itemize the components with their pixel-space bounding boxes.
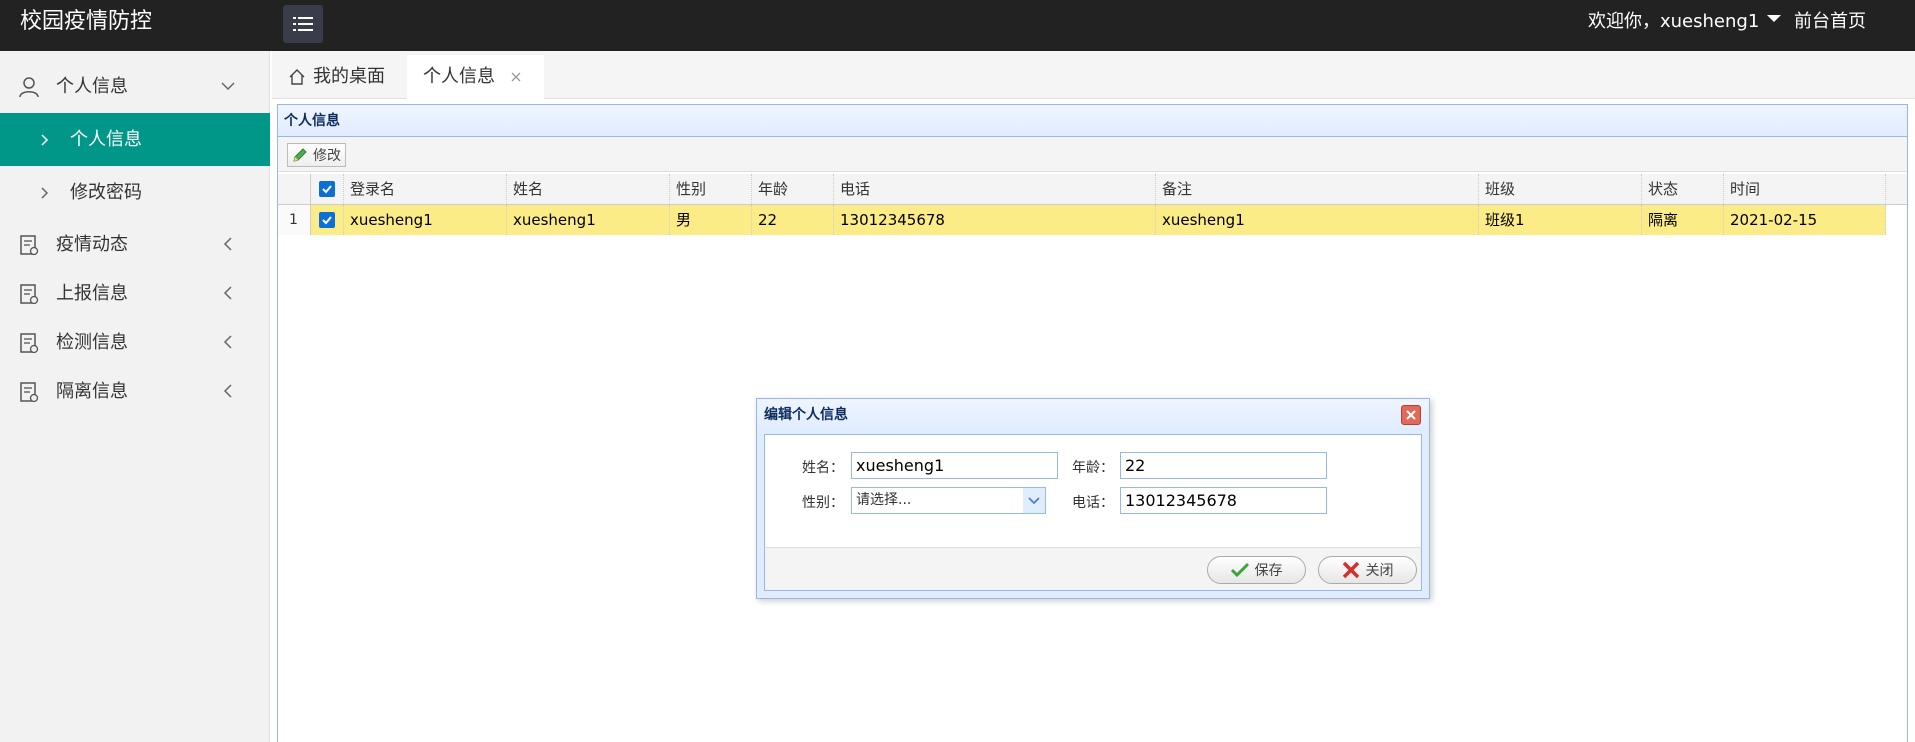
- sidebar-group-label: 隔离信息: [56, 381, 128, 402]
- sidebar-group-epidemic-news[interactable]: 疫情动态: [0, 222, 270, 268]
- table-row[interactable]: 1 xuesheng1 xuesheng1 男 22 13012345678 x…: [278, 205, 1886, 235]
- save-button-label: 保存: [1254, 563, 1283, 579]
- chevron-down-icon: [221, 82, 235, 91]
- row-checkbox[interactable]: [319, 212, 335, 228]
- column-header-status[interactable]: 状态: [1642, 174, 1724, 204]
- list-icon: [293, 17, 313, 31]
- name-label: 姓名：: [802, 460, 844, 476]
- pencil-icon: [293, 148, 307, 162]
- gender-label: 性别：: [802, 495, 844, 511]
- phone-input[interactable]: [1120, 487, 1327, 514]
- welcome-text: 欢迎你，xuesheng1: [1588, 11, 1760, 32]
- phone-label: 电话：: [1072, 495, 1114, 511]
- dialog-close-button[interactable]: [1401, 405, 1421, 425]
- document-icon: [20, 333, 39, 354]
- app-title: 校园疫情防控: [20, 9, 153, 34]
- column-header-time[interactable]: 时间: [1724, 174, 1886, 204]
- save-button[interactable]: 保存: [1207, 556, 1306, 584]
- close-button[interactable]: 关闭: [1318, 556, 1417, 584]
- menu-toggle-button[interactable]: [283, 5, 323, 43]
- column-header-phone[interactable]: 电话: [834, 174, 1156, 204]
- sidebar-item-label: 修改密码: [70, 182, 142, 203]
- cell-age: 22: [752, 205, 834, 235]
- tab-personal-info[interactable]: 个人信息: [407, 55, 544, 99]
- gender-select-value: 请选择...: [856, 492, 912, 508]
- data-grid: 登录名 姓名 性别 年龄 电话 备注 班级 状态 时间 1 xuesheng1 …: [278, 174, 1907, 235]
- cell-login: xuesheng1: [344, 205, 507, 235]
- sidebar-group-label: 个人信息: [56, 76, 128, 97]
- sidebar: 个人信息 个人信息 修改密码 疫情动态 上报信息 检测信息 隔离信息: [0, 51, 270, 742]
- edit-button-label: 修改: [313, 148, 341, 164]
- edit-button[interactable]: 修改: [287, 143, 346, 167]
- chevron-down-icon: [1023, 488, 1045, 513]
- caret-down-icon: [1767, 14, 1782, 22]
- chevron-left-icon: [223, 286, 232, 300]
- tab-bar: 我的桌面 个人信息: [272, 51, 1915, 99]
- sidebar-group-test-info[interactable]: 检测信息: [0, 320, 270, 366]
- column-header-age[interactable]: 年龄: [752, 174, 834, 204]
- cell-name: xuesheng1: [507, 205, 670, 235]
- edit-info-dialog: 编辑个人信息 姓名： 年龄： 性别： 请选择... 电话： 保存 关闭: [756, 398, 1430, 599]
- cell-status: 隔离: [1642, 205, 1724, 235]
- close-icon: [1406, 410, 1416, 420]
- checkmark-icon: [1230, 562, 1249, 578]
- cell-phone: 13012345678: [834, 205, 1156, 235]
- toolbar: 修改: [278, 137, 1907, 172]
- select-all-checkbox-cell: [311, 174, 344, 204]
- column-header-gender[interactable]: 性别: [670, 174, 752, 204]
- cancel-icon: [1342, 561, 1359, 579]
- dialog-form: 姓名： 年龄： 性别： 请选择... 电话：: [764, 434, 1422, 547]
- document-icon: [20, 235, 39, 256]
- close-icon[interactable]: [509, 70, 523, 84]
- dialog-footer: 保存 关闭: [764, 547, 1422, 591]
- sidebar-group-label: 检测信息: [56, 332, 128, 353]
- user-menu[interactable]: 欢迎你，xuesheng1: [1588, 0, 1782, 44]
- close-button-label: 关闭: [1365, 563, 1394, 579]
- tab-label: 个人信息: [423, 66, 495, 87]
- age-label: 年龄：: [1072, 460, 1114, 476]
- age-input[interactable]: [1120, 452, 1327, 479]
- sidebar-item-personal-info[interactable]: 个人信息: [0, 113, 270, 166]
- document-icon: [20, 284, 39, 305]
- rownum-header: [278, 174, 311, 204]
- home-icon: [289, 69, 305, 85]
- column-header-class[interactable]: 班级: [1479, 174, 1642, 204]
- cell-class: 班级1: [1479, 205, 1642, 235]
- check-icon: [322, 216, 332, 225]
- chevron-left-icon: [223, 384, 232, 398]
- name-input[interactable]: [851, 452, 1058, 479]
- document-icon: [20, 382, 39, 403]
- cell-gender: 男: [670, 205, 752, 235]
- column-header-login[interactable]: 登录名: [344, 174, 507, 204]
- chevron-left-icon: [223, 237, 232, 251]
- cell-time: 2021-02-15: [1724, 205, 1886, 235]
- row-number: 1: [278, 205, 311, 235]
- sidebar-group-label: 疫情动态: [56, 234, 128, 255]
- column-header-name[interactable]: 姓名: [507, 174, 670, 204]
- sidebar-group-personal-info[interactable]: 个人信息: [0, 64, 270, 110]
- chevron-right-icon: [41, 134, 49, 146]
- panel-title: 个人信息: [278, 105, 1907, 137]
- sidebar-item-change-password[interactable]: 修改密码: [0, 166, 270, 219]
- grid-header-row: 登录名 姓名 性别 年龄 电话 备注 班级 状态 时间: [278, 174, 1907, 205]
- chevron-left-icon: [223, 335, 232, 349]
- check-icon: [322, 185, 332, 194]
- sidebar-group-isolation-info[interactable]: 隔离信息: [0, 369, 270, 415]
- front-home-link[interactable]: 前台首页: [1794, 0, 1866, 44]
- user-icon: [19, 77, 39, 98]
- cell-remark: xuesheng1: [1156, 205, 1479, 235]
- sidebar-item-label: 个人信息: [70, 129, 142, 150]
- dialog-title: 编辑个人信息: [757, 399, 1429, 431]
- chevron-right-icon: [41, 187, 49, 199]
- gender-select[interactable]: 请选择...: [851, 487, 1046, 514]
- column-header-remark[interactable]: 备注: [1156, 174, 1479, 204]
- tab-home[interactable]: 我的桌面: [288, 55, 385, 99]
- sidebar-group-label: 上报信息: [56, 283, 128, 304]
- row-checkbox-cell: [311, 205, 344, 235]
- top-header: 校园疫情防控 欢迎你，xuesheng1 前台首页: [0, 0, 1915, 51]
- tab-label: 我的桌面: [313, 66, 385, 87]
- select-all-checkbox[interactable]: [319, 181, 335, 197]
- sidebar-group-report-info[interactable]: 上报信息: [0, 271, 270, 317]
